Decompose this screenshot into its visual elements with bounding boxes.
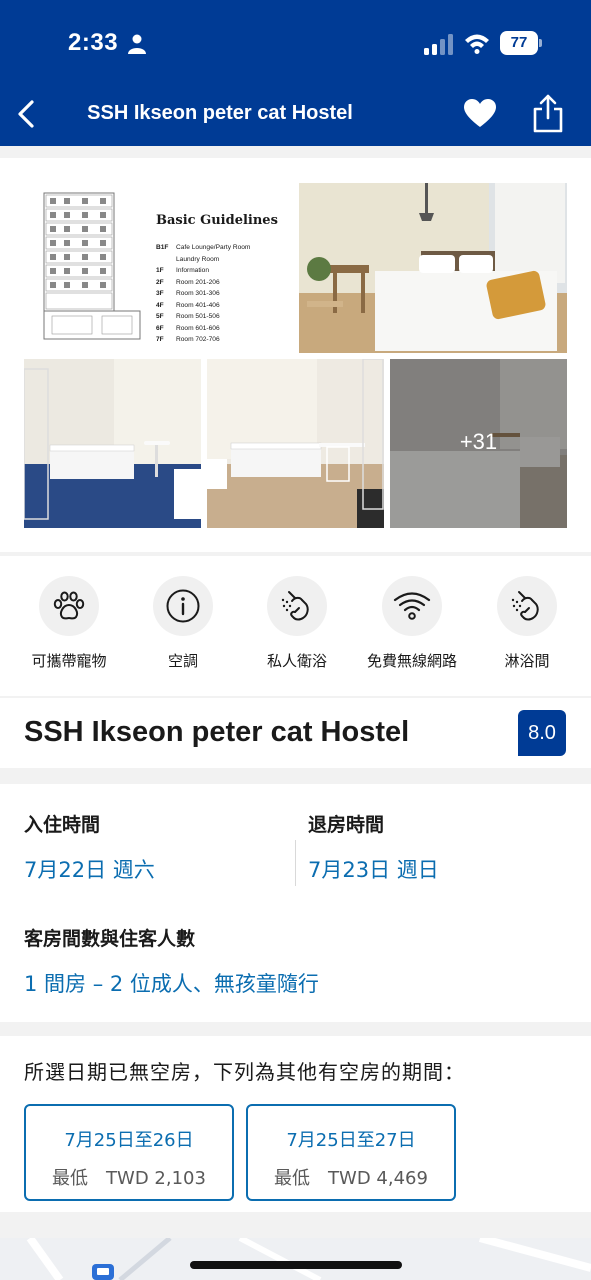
- map-preview[interactable]: [0, 1238, 591, 1280]
- facility-label: 私人衛浴: [266, 652, 327, 670]
- guide-row: 2F Room 201-206: [156, 277, 286, 289]
- guide-floor: 2F: [156, 278, 164, 286]
- no-availability-message: 所選日期已無空房，下列為其他有空房的期間：: [24, 1060, 465, 1084]
- facility-label: 空調: [167, 652, 198, 670]
- rooms-guests-label: 客房間數與住客人數: [24, 928, 196, 950]
- floor-plan-drawing: [43, 192, 141, 340]
- facility-aircon[interactable]: 空調: [128, 576, 238, 671]
- status-bar: 2:33 77: [0, 0, 591, 88]
- facility-icon-circle: [497, 576, 557, 636]
- wifi-status-icon: [465, 34, 489, 54]
- home-indicator: [190, 1261, 402, 1269]
- cellular-signal-icon: [424, 34, 453, 55]
- guide-row: 1F Information: [156, 265, 286, 277]
- guide-text: Room 702-706: [176, 336, 220, 343]
- app-header: 2:33 77 SSH Ikseon peter cat Hostel: [0, 0, 591, 146]
- guide-row: 5F Room 501-506: [156, 311, 286, 323]
- facilities-row: 可攜帶寵物 空調 私人衛浴 免費無線網路 淋浴間: [0, 556, 591, 696]
- guide-text: Room 401-406: [176, 301, 220, 309]
- checkout-label: 退房時間: [308, 814, 385, 836]
- photo-single-room-1[interactable]: [24, 359, 201, 528]
- guidelines-title: Basic Guidelines: [156, 213, 278, 228]
- facility-shower[interactable]: 淋浴間: [472, 576, 582, 671]
- status-time: 2:33: [68, 29, 119, 56]
- checkout-date[interactable]: 7月23日 週日: [308, 854, 439, 884]
- facility-label: 免費無線網路: [366, 652, 457, 670]
- alternative-date-card[interactable]: 7月25日至26日 最低 TWD 2,103: [24, 1104, 234, 1201]
- property-title-section: SSH Ikseon peter cat Hostel 8.0: [0, 698, 591, 768]
- guide-text: Information: [176, 267, 209, 274]
- checkin-date[interactable]: 7月22日 週六: [24, 854, 155, 884]
- guide-row: 6F Room 601-606: [156, 323, 286, 335]
- date-range: 7月25日至27日: [286, 1130, 416, 1151]
- date-divider: [295, 840, 296, 886]
- facility-pets[interactable]: 可攜帶寵物: [14, 576, 124, 671]
- map-roads: [26, 1238, 591, 1280]
- shower-icon: [281, 591, 309, 621]
- wifi-icon: [393, 592, 431, 620]
- info-icon: [166, 589, 200, 623]
- facility-icon-circle: [382, 576, 442, 636]
- guide-floor: 1F: [156, 267, 164, 274]
- rooms-guests-value[interactable]: 1 間房 – 2 位成人、無孩童隨行: [24, 968, 319, 998]
- photo-single-room-2[interactable]: [207, 359, 384, 528]
- facility-private-bath[interactable]: 私人衛浴: [242, 576, 352, 671]
- battery-tip: [539, 39, 542, 47]
- favorite-heart-button[interactable]: [462, 96, 498, 132]
- guide-text: Room 201-206: [176, 278, 220, 286]
- guide-row: 3F Room 301-306: [156, 288, 286, 300]
- more-photos-count: +31: [459, 429, 498, 454]
- nav-title: SSH Ikseon peter cat Hostel: [87, 102, 353, 124]
- guide-text: Room 301-306: [176, 290, 220, 297]
- date-range: 7月25日至26日: [64, 1130, 194, 1151]
- photo-gallery: Basic Guidelines B1F Cafe Lounge/Party Ro…: [0, 158, 591, 552]
- share-button[interactable]: [530, 92, 566, 134]
- facility-icon-circle: [39, 576, 99, 636]
- review-score-badge[interactable]: 8.0: [518, 710, 566, 756]
- battery-icon: 77: [500, 31, 542, 55]
- facility-icon-circle: [267, 576, 327, 636]
- property-name: SSH Ikseon peter cat Hostel: [24, 716, 410, 748]
- shower-icon: [511, 591, 539, 621]
- checkin-label: 入住時間: [24, 814, 101, 836]
- alternative-dates-section: 所選日期已無空房，下列為其他有空房的期間： 7月25日至26日 最低 TWD 2…: [0, 1036, 591, 1212]
- guide-row: 7F Room 702-706: [156, 334, 286, 346]
- guide-text: Room 601-606: [176, 324, 220, 332]
- nav-bar: SSH Ikseon peter cat Hostel: [0, 88, 591, 146]
- lowest-price: 最低 TWD 2,103: [52, 1168, 206, 1189]
- facility-label: 可攜帶寵物: [31, 652, 107, 670]
- facility-label: 淋浴間: [504, 652, 550, 670]
- guide-floor: [156, 254, 176, 266]
- paw-icon: [53, 591, 85, 620]
- booking-details: 入住時間 7月22日 週六 退房時間 7月23日 週日 客房間數與住客人數 1 …: [0, 784, 591, 1022]
- lowest-price: 最低 TWD 4,469: [274, 1168, 428, 1189]
- guidelines-panel: Basic Guidelines B1F Cafe Lounge/Party Ro…: [156, 213, 286, 346]
- guide-row: Laundry Room: [156, 254, 286, 266]
- guide-text: Laundry Room: [176, 255, 220, 263]
- guide-floor: 6F: [156, 324, 164, 332]
- facility-free-wifi[interactable]: 免費無線網路: [357, 576, 467, 671]
- guide-floor: 3F: [156, 290, 164, 297]
- photo-more-button[interactable]: +31: [390, 359, 567, 528]
- guide-floor: 5F: [156, 313, 164, 320]
- guide-floor: 7F: [156, 336, 164, 343]
- guide-row: 4F Room 401-406: [156, 300, 286, 312]
- guide-floor: B1F: [156, 244, 169, 251]
- photo-bedroom-double[interactable]: [299, 183, 567, 353]
- back-button[interactable]: [12, 94, 44, 134]
- person-icon: [128, 34, 146, 54]
- facility-icon-circle: [153, 576, 213, 636]
- guide-floor: 4F: [156, 301, 164, 309]
- photo-floor-guide[interactable]: Basic Guidelines B1F Cafe Lounge/Party Ro…: [24, 183, 290, 353]
- guide-text: Room 501-506: [176, 313, 220, 320]
- guide-row: B1F Cafe Lounge/Party Room: [156, 242, 286, 254]
- alternative-date-card[interactable]: 7月25日至27日 最低 TWD 4,469: [246, 1104, 456, 1201]
- battery-level: 77: [500, 31, 538, 55]
- guide-text: Cafe Lounge/Party Room: [176, 244, 251, 251]
